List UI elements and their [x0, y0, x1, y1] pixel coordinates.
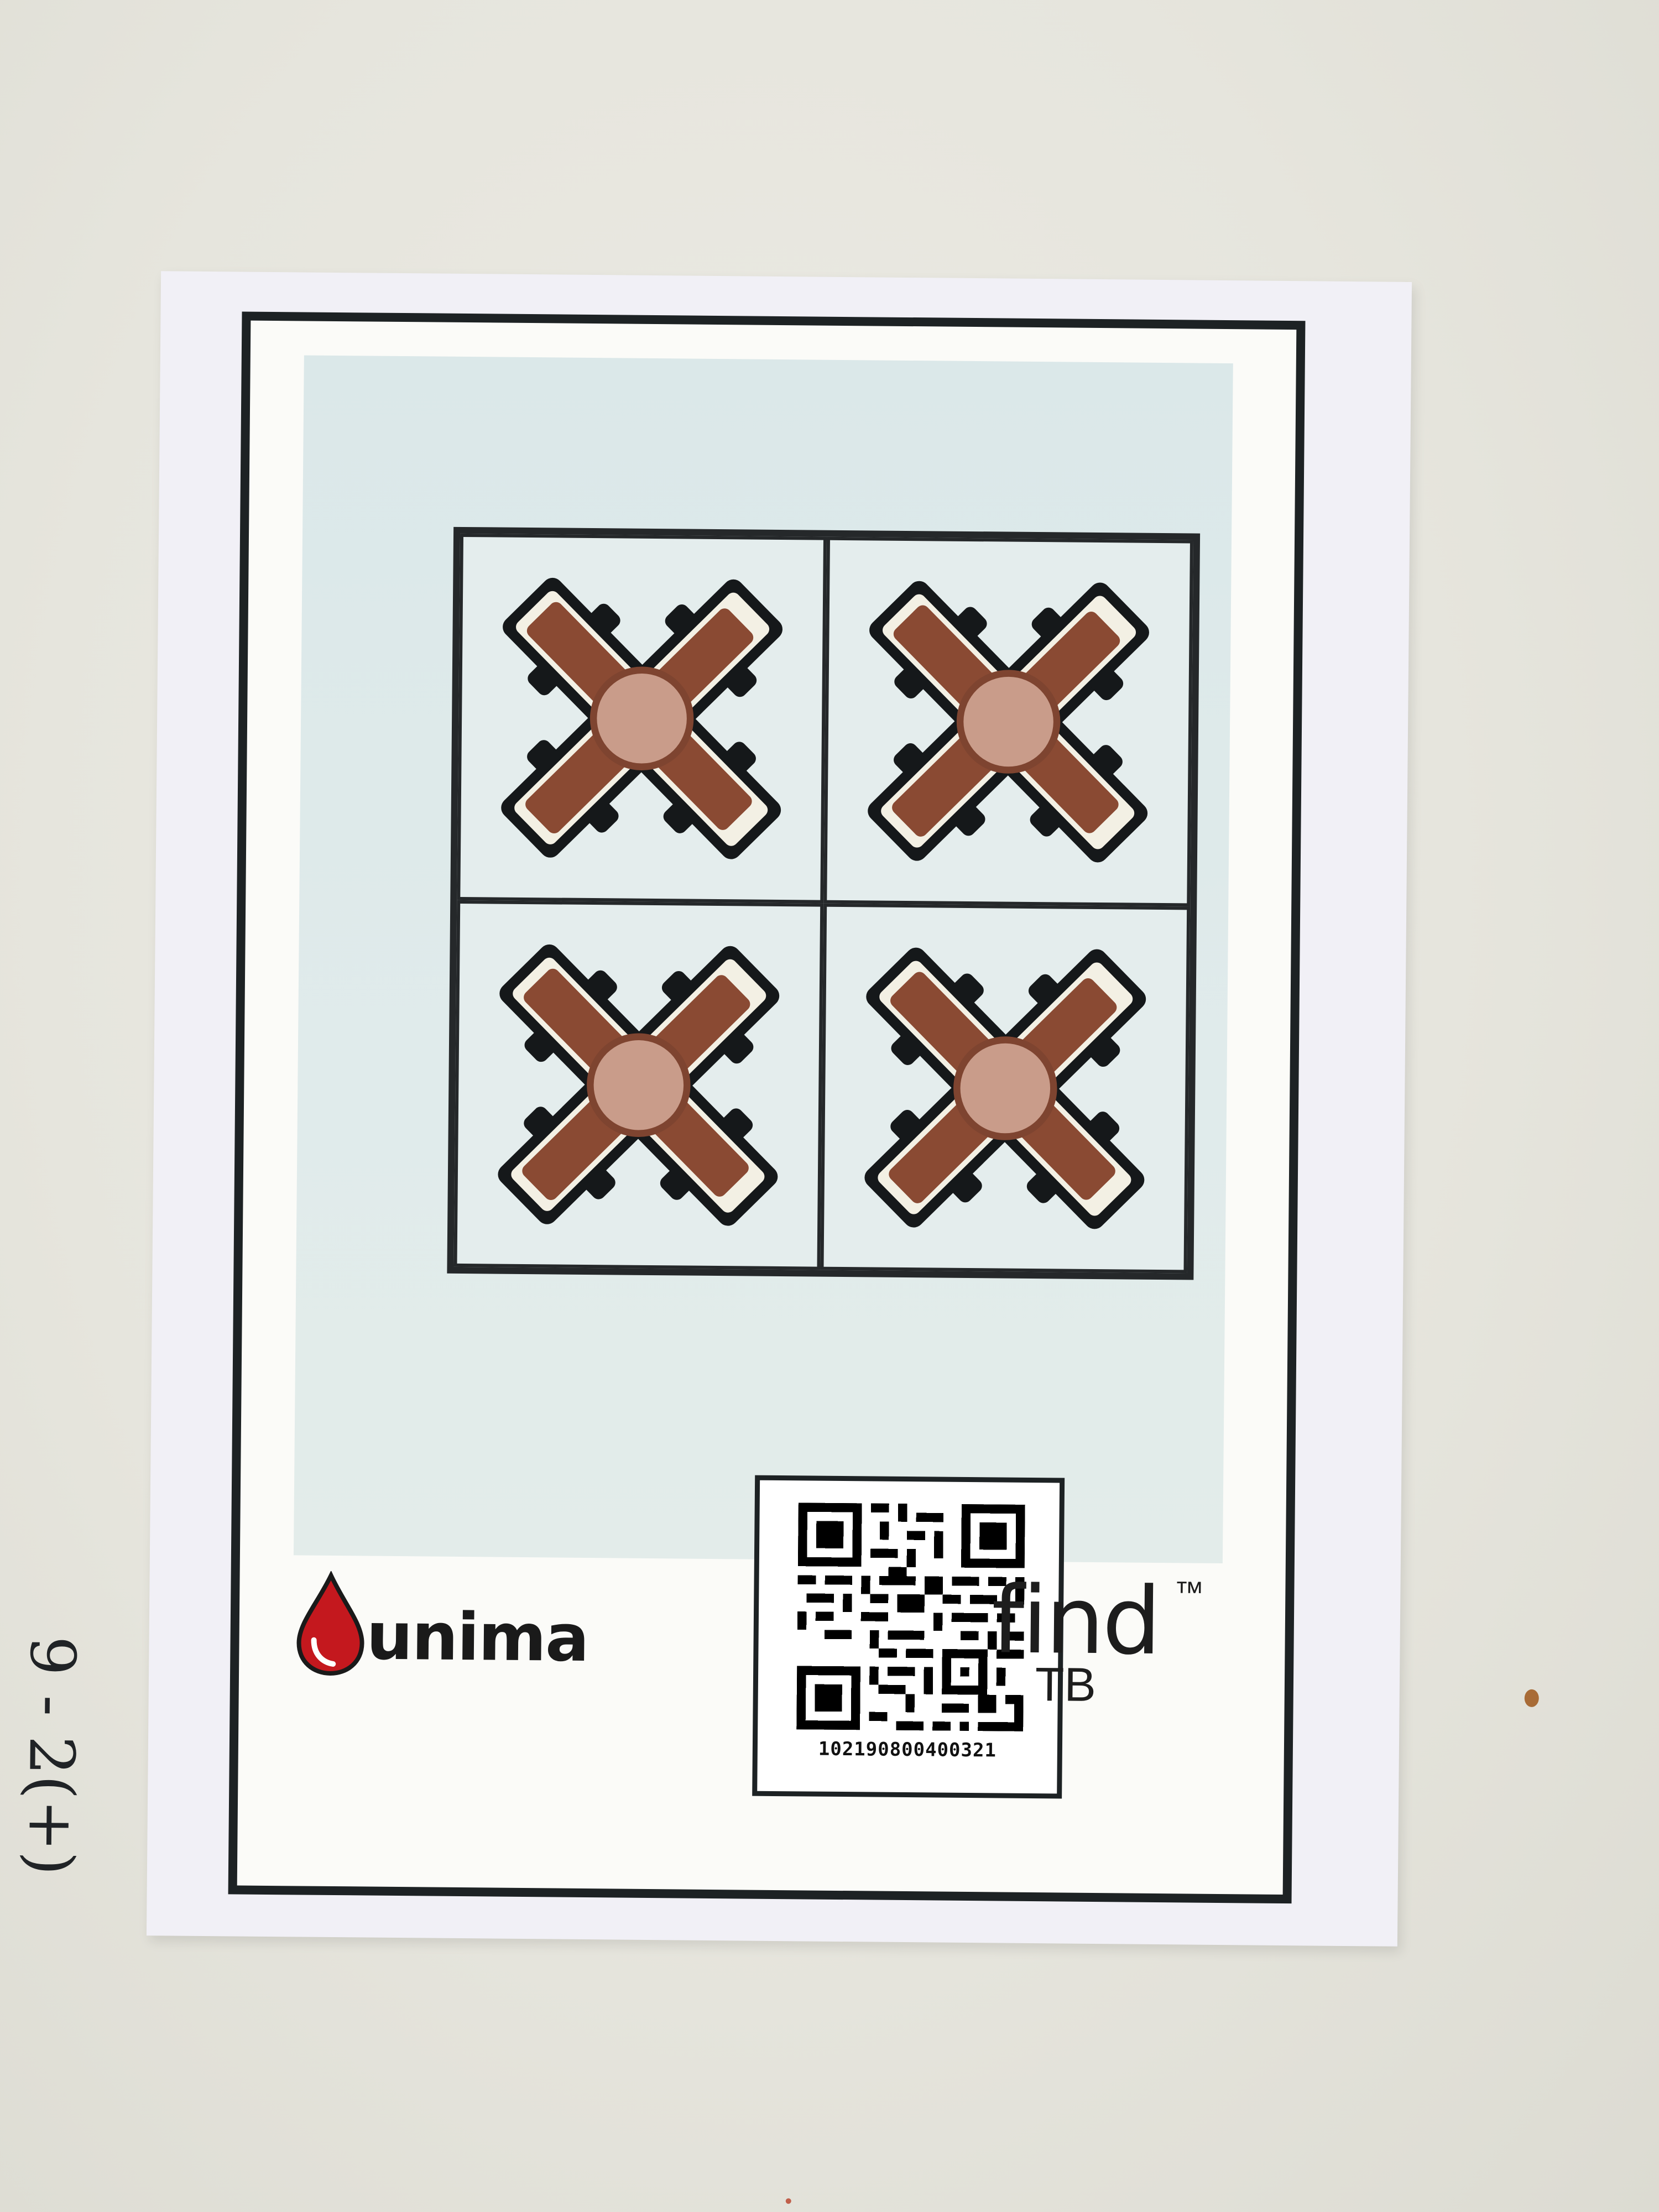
trademark-symbol: ™ [1174, 1575, 1204, 1609]
assay-zone-bottom-left [453, 900, 824, 1270]
blood-drop-icon [296, 1571, 364, 1676]
assay-zone-top-left [457, 533, 827, 904]
stain-dot [785, 2198, 791, 2204]
stain-speck [1524, 1689, 1539, 1708]
find-tb-logo: find ™ TB [991, 1566, 1258, 1712]
assay-cross [501, 577, 783, 859]
assay-center-pad [963, 676, 1053, 767]
tb-subtitle: TB [1035, 1658, 1097, 1712]
assay-center-pad [960, 1043, 1051, 1134]
assay-grid [447, 526, 1201, 1280]
unima-wordmark: unima [366, 1598, 589, 1677]
assay-cross [498, 944, 780, 1226]
unima-logo: unima [294, 1571, 605, 1684]
assay-cross [868, 581, 1149, 863]
handwritten-note: 9 - 2(+) [14, 1635, 88, 1876]
test-card: 9 - 2(+) unima 102190800400321 find ™ TB [14, 271, 1539, 2204]
card-inner-border: unima 102190800400321 find ™ TB [228, 311, 1539, 1904]
assay-center-pad [597, 674, 687, 764]
assay-zone-bottom-right [820, 903, 1191, 1274]
qr-code-number: 102190800400321 [818, 1738, 997, 1762]
assay-zone-top-right [823, 536, 1194, 907]
assay-center-pad [593, 1040, 684, 1130]
assay-cross [864, 947, 1146, 1229]
